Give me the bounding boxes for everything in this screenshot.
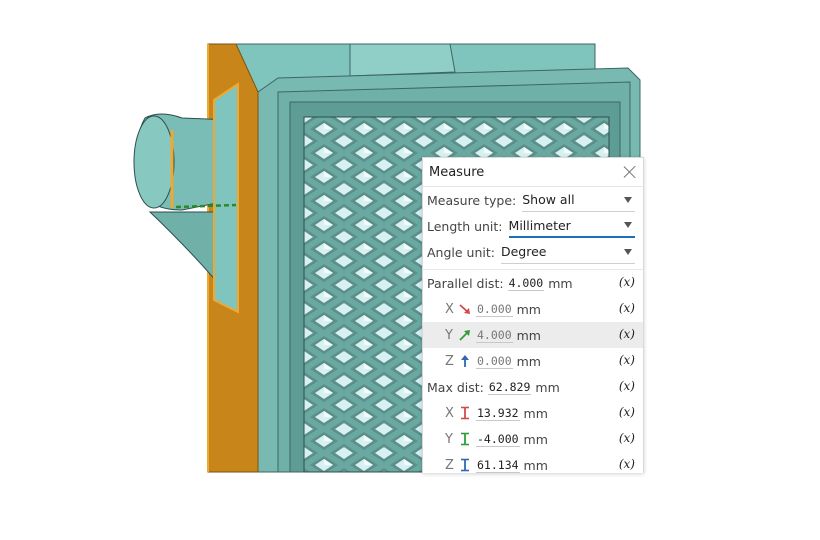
max-y-row[interactable]: Y -4.000 mm (x) <box>423 426 643 452</box>
measure-panel: Measure Measure type: Show all Length un… <box>422 157 644 473</box>
axis-label-y: Y <box>445 327 453 343</box>
max-x-row[interactable]: X 13.932 mm (x) <box>423 400 643 426</box>
parallel-x-row[interactable]: X 0.000 mm (x) <box>423 296 643 322</box>
angle-unit-select[interactable]: Degree <box>500 241 635 264</box>
fx-button[interactable]: (x) <box>619 327 635 341</box>
max-dist-label: Max dist: <box>427 379 484 395</box>
arrow-y-icon <box>459 330 470 341</box>
measure-type-label: Measure type: <box>427 192 517 208</box>
length-unit-value: Millimeter <box>508 217 571 233</box>
fx-button[interactable]: (x) <box>619 301 635 315</box>
max-z-unit: mm <box>523 457 548 473</box>
knob-feature[interactable] <box>133 82 239 314</box>
max-dist-value[interactable]: 62.829 <box>487 380 532 395</box>
fx-button[interactable]: (x) <box>619 431 635 445</box>
max-z-value[interactable]: 61.134 <box>476 458 520 473</box>
length-unit-label: Length unit: <box>427 218 503 234</box>
dimension-x-icon <box>461 406 469 420</box>
angle-unit-value: Degree <box>500 244 547 259</box>
parallel-y-row[interactable]: Y 4.000 mm (x) <box>423 322 643 348</box>
axis-label-z: Z <box>445 457 454 473</box>
max-x-unit: mm <box>523 405 548 421</box>
max-y-unit: mm <box>523 431 548 447</box>
parallel-z-unit: mm <box>516 353 541 369</box>
axis-label-x: X <box>445 301 454 317</box>
parallel-z-row[interactable]: Z 0.000 mm (x) <box>423 348 643 374</box>
angle-unit-row: Angle unit: Degree <box>423 239 643 265</box>
parallel-x-unit: mm <box>516 301 541 317</box>
parallel-x-value[interactable]: 0.000 <box>476 302 513 317</box>
chevron-down-icon <box>624 222 632 228</box>
parallel-dist-value[interactable]: 4.000 <box>507 276 545 291</box>
parallel-z-value[interactable]: 0.000 <box>476 354 513 369</box>
axis-label-z: Z <box>445 353 454 369</box>
parallel-y-unit: mm <box>516 327 541 343</box>
parallel-dist-label: Parallel dist: <box>427 275 504 291</box>
angle-unit-label: Angle unit: <box>427 244 495 260</box>
3d-viewport[interactable] <box>0 0 820 540</box>
length-unit-row: Length unit: Millimeter <box>423 213 643 239</box>
chevron-down-icon <box>624 248 632 255</box>
fx-button[interactable]: (x) <box>619 275 635 289</box>
panel-title: Measure <box>429 164 485 180</box>
axis-label-y: Y <box>445 431 453 447</box>
arrow-x-icon <box>459 304 470 314</box>
fx-button[interactable]: (x) <box>619 353 635 367</box>
max-y-value[interactable]: -4.000 <box>476 432 520 447</box>
fx-button[interactable]: (x) <box>619 405 635 419</box>
measure-type-row: Measure type: Show all <box>423 187 643 213</box>
length-unit-select[interactable]: Millimeter <box>508 214 635 238</box>
parallel-y-value[interactable]: 4.000 <box>476 328 513 343</box>
measure-type-value: Show all <box>522 192 575 207</box>
max-dist-row[interactable]: Max dist: 62.829 mm (x) <box>423 374 643 400</box>
parallel-dist-row[interactable]: Parallel dist: 4.000 mm (x) <box>423 270 643 296</box>
close-icon[interactable] <box>623 165 637 179</box>
max-x-value[interactable]: 13.932 <box>476 406 520 421</box>
parallel-dist-unit: mm <box>548 275 573 291</box>
max-z-row[interactable]: Z 61.134 mm (x) <box>423 452 643 473</box>
max-dist-unit: mm <box>535 379 560 395</box>
dimension-z-icon <box>461 458 469 472</box>
measure-type-select[interactable]: Show all <box>522 189 635 212</box>
dimension-y-icon <box>461 432 469 446</box>
panel-header: Measure <box>423 158 643 187</box>
chevron-down-icon <box>624 196 632 203</box>
arrow-z-icon <box>461 355 469 367</box>
fx-button[interactable]: (x) <box>619 457 635 471</box>
fx-button[interactable]: (x) <box>619 379 635 393</box>
axis-label-x: X <box>445 405 454 421</box>
